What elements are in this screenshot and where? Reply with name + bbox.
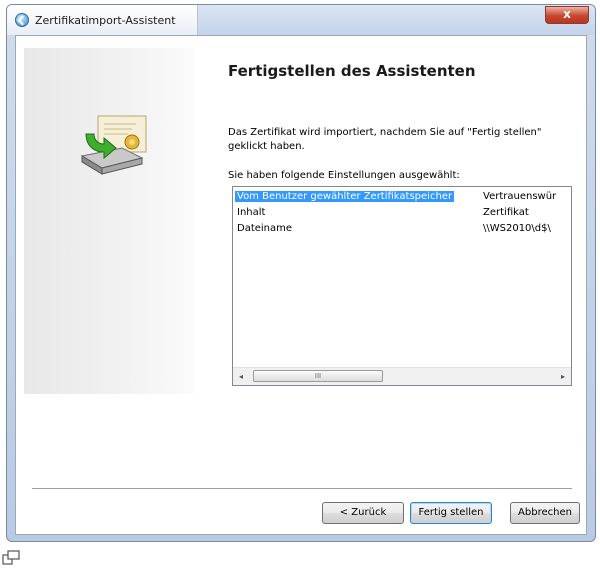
button-separator xyxy=(32,488,572,490)
back-arrow-icon[interactable] xyxy=(15,13,29,27)
list-item[interactable]: Vom Benutzer gewählter Zertifikatspeiche… xyxy=(233,189,571,205)
title-tab: Zertifikatimport-Assistent xyxy=(7,5,198,35)
setting-name: Vom Benutzer gewählter Zertifikatspeiche… xyxy=(235,191,455,202)
list-item[interactable]: Dateiname \\WS2010\d$\ xyxy=(233,221,571,237)
scroll-left-icon[interactable]: ◂ xyxy=(235,371,247,382)
scroll-thumb[interactable]: III xyxy=(253,370,383,382)
finish-button[interactable]: Fertig stellen xyxy=(410,502,492,524)
list-item[interactable]: Inhalt Zertifikat xyxy=(233,205,571,221)
cancel-button[interactable]: Abbrechen xyxy=(510,502,580,524)
settings-label: Sie haben folgende Einstellungen ausgewä… xyxy=(228,170,460,181)
setting-value: \\WS2010\d$\ xyxy=(483,223,551,234)
scroll-right-icon[interactable]: ▸ xyxy=(557,371,569,382)
wizard-content: Fertigstellen des Assistenten Das Zertif… xyxy=(15,35,587,535)
setting-value: Vertrauenswür xyxy=(483,191,557,202)
title-bar: Zertifikatimport-Assistent x xyxy=(7,5,595,35)
page-title: Fertigstellen des Assistenten xyxy=(228,62,476,80)
side-banner xyxy=(24,48,194,394)
close-button[interactable]: x xyxy=(545,6,589,24)
intro-text: Das Zertifikat wird importiert, nachdem … xyxy=(228,127,542,152)
wizard-window: Zertifikatimport-Assistent x Fertigstell… xyxy=(6,4,596,542)
certificate-import-icon xyxy=(80,115,147,175)
window-title: Zertifikatimport-Assistent xyxy=(35,14,176,27)
setting-name: Inhalt xyxy=(237,207,266,218)
setting-name: Dateiname xyxy=(237,223,293,234)
settings-list[interactable]: Vom Benutzer gewählter Zertifikatspeiche… xyxy=(232,186,572,386)
horizontal-scrollbar[interactable]: ◂ III ▸ xyxy=(233,367,571,385)
setting-value: Zertifikat xyxy=(483,207,529,218)
expand-icon[interactable] xyxy=(2,550,20,566)
back-button[interactable]: < Zurück xyxy=(322,502,404,524)
